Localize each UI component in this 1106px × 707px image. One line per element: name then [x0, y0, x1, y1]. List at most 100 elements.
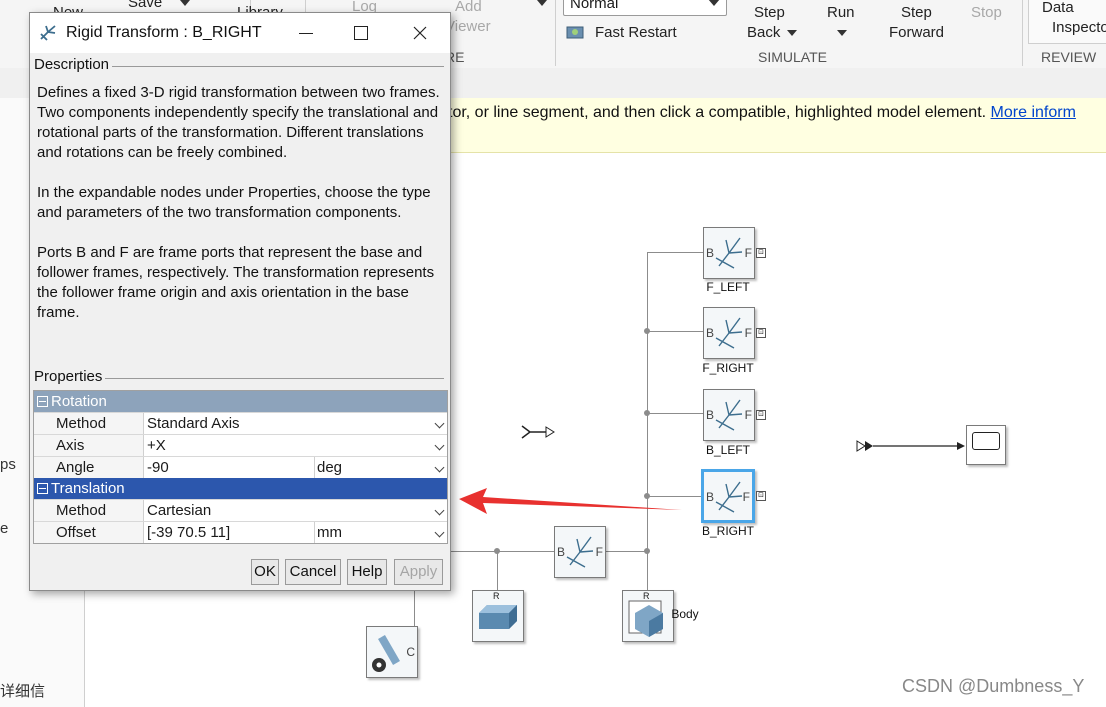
dialog-titlebar[interactable]: Rigid Transform : B_RIGHT [30, 13, 450, 53]
port-icon: ⊡ [756, 248, 766, 258]
left-pane-item[interactable]: 详细信 [0, 680, 45, 701]
junction-dot [644, 328, 650, 334]
chevron-down-icon[interactable] [787, 30, 797, 36]
chevron-down-icon [434, 440, 445, 451]
collapse-icon[interactable] [37, 483, 48, 494]
step-back-button[interactable]: Step [754, 4, 785, 21]
add-viewer-button-line2[interactable]: Viewer [445, 18, 491, 35]
block-label[interactable]: B_RIGHT [688, 524, 768, 538]
description-paragraph: Ports B and F are frame ports that repre… [37, 244, 435, 321]
chevron-down-icon [708, 0, 720, 6]
chevron-down-icon [434, 527, 445, 538]
frame-transform-icon [715, 481, 743, 513]
step-forward-button[interactable]: Step [901, 4, 932, 21]
rigid-transform-block-f-left[interactable]: BF [703, 227, 755, 279]
block-label[interactable]: F_LEFT [688, 280, 768, 294]
apply-button[interactable]: Apply [394, 559, 443, 585]
frame-transform-icon [715, 317, 743, 349]
maximize-icon[interactable] [349, 21, 373, 45]
step-back-button-line2[interactable]: Back [747, 24, 780, 41]
connection-line[interactable] [647, 331, 703, 332]
signal-line[interactable] [855, 438, 970, 454]
description-header: Description [34, 56, 113, 73]
property-row: Axis +X [34, 434, 447, 456]
translation-method-select[interactable]: Cartesian [145, 500, 447, 521]
property-label: Method [34, 500, 144, 521]
connection-line[interactable] [647, 551, 648, 591]
description-text: Defines a fixed 3-D rigid transformation… [37, 83, 445, 343]
offset-unit-select[interactable]: mm [315, 522, 447, 543]
block-label[interactable]: B_LEFT [688, 443, 768, 457]
more-info-link[interactable]: More inform [991, 104, 1076, 121]
group-rotation[interactable]: Rotation [34, 391, 447, 412]
rotation-axis-select[interactable]: +X [145, 435, 447, 456]
fast-restart-button[interactable]: Fast Restart [595, 24, 677, 41]
description-paragraph: Defines a fixed 3-D rigid transformation… [37, 84, 440, 161]
rotation-angle-field[interactable]: -90 [145, 457, 315, 478]
minimize-icon[interactable] [294, 21, 318, 45]
junction-dot [494, 548, 500, 554]
frame-transform-icon [715, 399, 743, 431]
cancel-button[interactable]: Cancel [285, 559, 341, 585]
info-banner: tor, or line segment, and then click a c… [440, 98, 1106, 153]
translation-offset-field[interactable]: [-39 70.5 11] [145, 522, 315, 543]
chevron-down-icon[interactable] [837, 30, 847, 36]
property-row: Method Cartesian [34, 499, 447, 521]
stop-button[interactable]: Stop [971, 4, 1002, 21]
properties-table: Rotation Method Standard Axis Axis +X An… [33, 390, 448, 544]
data-inspector-button[interactable]: Data Inspecto [1028, 0, 1106, 44]
description-paragraph: In the expandable nodes under Properties… [37, 184, 431, 221]
save-button[interactable]: Save [128, 0, 162, 11]
connection-line[interactable] [647, 413, 703, 414]
rigid-transform-block-b-left[interactable]: BF [703, 389, 755, 441]
chevron-down-icon [434, 505, 445, 516]
property-row: Offset [-39 70.5 11] mm [34, 521, 447, 543]
junction-dot [644, 548, 650, 554]
block-parameters-dialog: Rigid Transform : B_RIGHT Description De… [29, 12, 451, 591]
rigid-transform-block-f-right[interactable]: BF [703, 307, 755, 359]
junction-dot [644, 410, 650, 416]
property-label: Method [34, 413, 144, 434]
chevron-down-icon[interactable] [537, 0, 547, 6]
step-forward-button-line2[interactable]: Forward [889, 24, 944, 41]
port-icon: ⊡ [756, 491, 766, 501]
connection-line[interactable] [647, 252, 703, 253]
solid-block[interactable]: R [472, 590, 524, 642]
body-label[interactable]: Body [655, 607, 715, 621]
controller-block[interactable]: C [366, 626, 418, 678]
connection-port-icon[interactable] [520, 422, 560, 442]
simulation-mode-select[interactable]: Normal [563, 0, 727, 16]
property-label: Angle [34, 457, 144, 478]
chevron-down-icon [434, 418, 445, 429]
rotation-method-select[interactable]: Standard Axis [145, 413, 447, 434]
block-label[interactable]: F_RIGHT [688, 361, 768, 375]
rigid-transform-block-b-right[interactable]: BF [701, 469, 755, 523]
chevron-down-icon[interactable] [180, 0, 190, 6]
property-row: Angle -90 deg [34, 456, 447, 478]
properties-header: Properties [34, 368, 106, 385]
run-button[interactable]: Run [827, 4, 855, 21]
rigid-transform-icon [40, 25, 56, 41]
add-viewer-button-line1[interactable]: Add [455, 0, 482, 15]
ok-button[interactable]: OK [251, 559, 279, 585]
scope-block[interactable] [966, 425, 1006, 465]
connection-line[interactable] [450, 551, 554, 552]
left-pane-item[interactable]: e [0, 520, 8, 537]
port-icon: ⊡ [756, 410, 766, 420]
help-button[interactable]: Help [347, 559, 387, 585]
dialog-title: Rigid Transform : B_RIGHT [66, 24, 262, 41]
collapse-icon[interactable] [37, 396, 48, 407]
property-label: Offset [34, 522, 144, 543]
group-label-simulate: SIMULATE [758, 49, 827, 65]
rigid-transform-block[interactable]: BF [554, 526, 606, 578]
separator [1022, 0, 1023, 66]
connection-line[interactable] [497, 551, 498, 591]
banner-text: tor, or line segment, and then click a c… [448, 104, 987, 121]
group-translation[interactable]: Translation [34, 478, 447, 499]
connection-line[interactable] [604, 551, 648, 552]
property-row: Method Standard Axis [34, 412, 447, 434]
close-icon[interactable] [408, 21, 432, 45]
frame-transform-icon [566, 536, 594, 568]
angle-unit-select[interactable]: deg [315, 457, 447, 478]
left-pane-item[interactable]: ps [0, 456, 16, 473]
